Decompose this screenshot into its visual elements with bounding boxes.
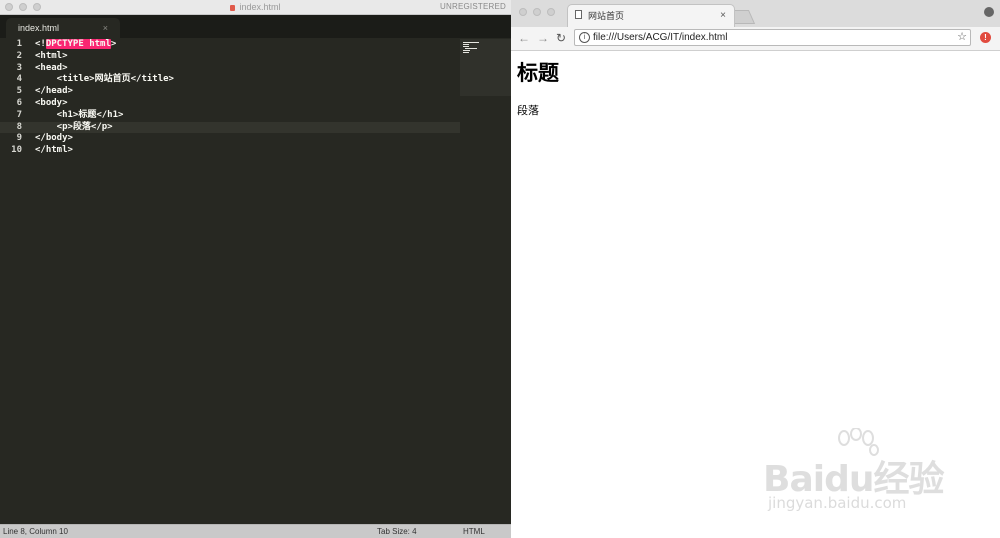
- code-text[interactable]: <body>: [35, 98, 68, 110]
- code-line[interactable]: 5 </head>: [0, 86, 460, 98]
- code-token: >: [110, 39, 117, 49]
- code-line[interactable]: 9 </body>: [0, 133, 460, 145]
- code-text[interactable]: <h1>标题</h1>: [35, 110, 124, 122]
- code-line[interactable]: 7 <h1>标题</h1>: [0, 110, 460, 122]
- code-text[interactable]: <head>: [35, 63, 68, 75]
- code-line[interactable]: 3 <head>: [0, 63, 460, 75]
- code-token: <!: [35, 39, 46, 49]
- url-text[interactable]: file:///Users/ACG/IT/index.html: [593, 30, 727, 45]
- browser-tabstrip: 网站首页 ×: [511, 0, 1000, 27]
- info-icon[interactable]: i: [579, 32, 590, 43]
- code-line[interactable]: 10 </html>: [0, 145, 460, 157]
- page-paragraph: 段落: [517, 104, 539, 117]
- code-area[interactable]: 1 <!DPCTYPE html> 2 <html> 3 <head> 4 <title>网…: [0, 39, 460, 157]
- code-text[interactable]: <title>网站首页</title>: [35, 74, 174, 86]
- back-button[interactable]: ←: [517, 31, 531, 45]
- editor-tab-index[interactable]: index.html ×: [6, 18, 120, 38]
- code-text[interactable]: </html>: [35, 145, 73, 157]
- error-highlight: DPCTYPE html: [45, 39, 111, 49]
- star-icon[interactable]: ☆: [957, 30, 967, 45]
- code-line[interactable]: 2 <html>: [0, 51, 460, 63]
- line-number: 2: [16, 50, 22, 61]
- browser-tab-title: 网站首页: [588, 11, 625, 21]
- code-text[interactable]: </body>: [35, 133, 73, 145]
- line-number: 1: [16, 39, 22, 49]
- tab-size[interactable]: Tab Size: 4: [377, 525, 417, 538]
- editor-window-title: index.html: [0, 0, 511, 14]
- browser-minimize-button[interactable]: [533, 8, 541, 16]
- close-icon[interactable]: ×: [103, 18, 108, 38]
- cursor-position: Line 8, Column 10: [3, 527, 68, 536]
- code-text[interactable]: <html>: [35, 51, 68, 63]
- editor-window: index.html UNREGISTERED index.html × 1 <!…: [0, 0, 511, 538]
- browser-tab[interactable]: 网站首页 ×: [567, 4, 735, 27]
- browser-zoom-button[interactable]: [547, 8, 555, 16]
- code-text[interactable]: <p>段落</p>: [35, 122, 113, 134]
- watermark-url: jingyan.baidu.com: [768, 494, 907, 512]
- minimap[interactable]: [460, 39, 511, 96]
- code-line[interactable]: 8 <p>段落</p>: [0, 121, 460, 134]
- syntax-mode[interactable]: HTML: [463, 525, 485, 538]
- line-number: 5: [16, 86, 22, 97]
- close-icon[interactable]: ×: [720, 5, 726, 27]
- extension-icon[interactable]: !: [980, 32, 991, 43]
- line-number: 3: [16, 62, 22, 73]
- line-number: 8: [16, 121, 22, 132]
- baidu-watermark: Baidu经验 jingyan.baidu.com: [760, 428, 960, 523]
- address-bar[interactable]: i file:///Users/ACG/IT/index.html ☆: [574, 29, 971, 46]
- line-number: 6: [16, 97, 22, 108]
- page-heading: 标题: [517, 61, 559, 85]
- page-icon: [575, 10, 582, 19]
- reload-button[interactable]: ↻: [554, 31, 568, 45]
- line-number: 9: [16, 133, 22, 144]
- document-icon: [230, 4, 236, 11]
- code-text[interactable]: <!DPCTYPE html>: [35, 39, 116, 51]
- browser-close-button[interactable]: [519, 8, 527, 16]
- line-number: 7: [16, 109, 22, 120]
- editor-tab-label: index.html: [18, 23, 60, 33]
- editor-titlebar: index.html UNREGISTERED: [0, 0, 511, 15]
- forward-button[interactable]: →: [536, 31, 550, 45]
- unregistered-label: UNREGISTERED: [440, 2, 506, 11]
- line-number: 10: [11, 145, 22, 156]
- line-number: 4: [16, 74, 22, 85]
- code-line[interactable]: 6 <body>: [0, 98, 460, 110]
- editor-tabbar: index.html ×: [0, 15, 511, 38]
- code-text[interactable]: </head>: [35, 86, 73, 98]
- code-line[interactable]: 1 <!DPCTYPE html>: [0, 39, 460, 51]
- editor-statusbar: Line 8, Column 10 Tab Size: 4 HTML: [0, 524, 511, 538]
- code-line[interactable]: 4 <title>网站首页</title>: [0, 74, 460, 86]
- browser-toolbar: ← → ↻ i file:///Users/ACG/IT/index.html …: [511, 27, 1000, 51]
- profile-icon[interactable]: [984, 7, 994, 17]
